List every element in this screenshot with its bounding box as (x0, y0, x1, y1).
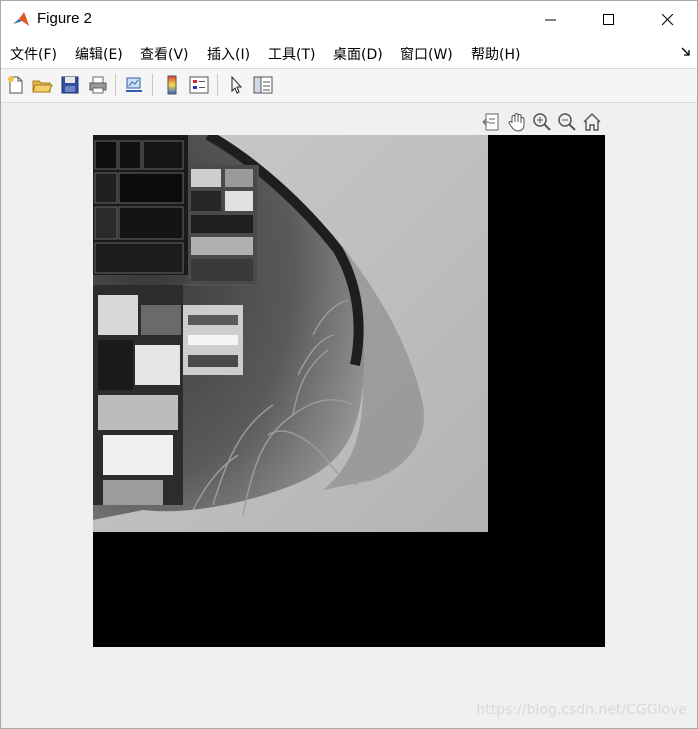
dock-arrow-icon[interactable] (681, 47, 691, 57)
figure-toolbar (1, 68, 697, 103)
window-title: Figure 2 (37, 10, 93, 27)
maximize-icon (603, 14, 614, 25)
close-button[interactable] (645, 1, 691, 39)
satellite-image (93, 135, 488, 532)
zoom-in-icon[interactable] (531, 111, 553, 133)
menu-desktop[interactable]: 桌面(D) (333, 44, 383, 64)
matlab-logo-icon (11, 10, 31, 30)
watermark-text: https://blog.csdn.net/CGGlove (476, 702, 687, 718)
minimize-button[interactable] (528, 1, 574, 39)
maximize-button[interactable] (586, 1, 632, 39)
menu-window[interactable]: 窗口(W) (400, 44, 453, 64)
menu-view[interactable]: 查看(V) (140, 44, 189, 64)
toolbar-separator (152, 74, 153, 96)
axes-image-area[interactable] (93, 135, 605, 647)
menu-bar: 文件(F) 编辑(E) 查看(V) 插入(I) 工具(T) 桌面(D) 窗口(W… (1, 39, 697, 68)
menu-file[interactable]: 文件(F) (10, 44, 57, 64)
property-inspector-icon[interactable] (252, 74, 274, 96)
title-bar: Figure 2 (1, 1, 697, 39)
new-figure-icon[interactable] (5, 74, 27, 96)
zoom-out-icon[interactable] (556, 111, 578, 133)
print-icon[interactable] (87, 74, 109, 96)
menu-tools[interactable]: 工具(T) (268, 44, 315, 64)
link-plot-icon[interactable] (123, 74, 145, 96)
toolbar-separator (115, 74, 116, 96)
menu-edit[interactable]: 编辑(E) (75, 44, 123, 64)
pointer-icon[interactable] (225, 74, 247, 96)
toolbar-separator (217, 74, 218, 96)
menu-insert[interactable]: 插入(I) (207, 44, 250, 64)
legend-icon[interactable] (188, 74, 210, 96)
figure-window: Figure 2 文件(F) 编辑(E) 查看(V) 插入(I) 工具(T) 桌… (0, 0, 698, 729)
open-file-icon[interactable] (31, 74, 53, 96)
pan-icon[interactable] (506, 111, 528, 133)
close-icon (662, 14, 674, 26)
colorbar-icon[interactable] (161, 74, 183, 96)
menu-help[interactable]: 帮助(H) (471, 44, 520, 64)
axes-toolbar (481, 111, 605, 133)
save-icon[interactable] (59, 74, 81, 96)
export-icon[interactable] (481, 111, 503, 133)
minimize-icon (545, 19, 556, 21)
home-icon[interactable] (581, 111, 603, 133)
